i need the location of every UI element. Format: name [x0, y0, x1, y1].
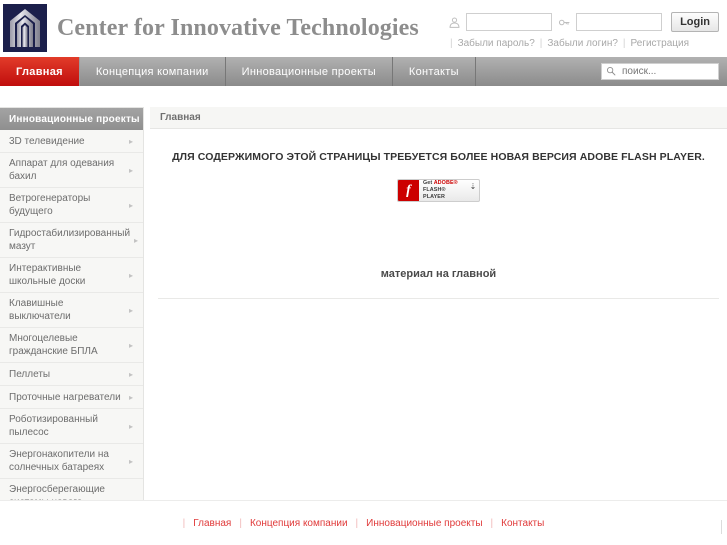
chevron-right-icon: ▸: [128, 369, 133, 379]
sidebar-item-wind-generators[interactable]: Ветрогенераторы будущего ▸: [0, 188, 143, 223]
chevron-right-icon: ▸: [128, 305, 133, 315]
flash-badge-line2: FLASH® PLAYER: [423, 187, 446, 200]
flash-badge-line1: Get ADOBE®: [423, 180, 467, 187]
footer-navigation: | Главная | Концепция компании | Инновац…: [183, 518, 545, 529]
flash-badge-text: Get ADOBE® FLASH® PLAYER: [419, 180, 467, 201]
footer-separator-1: |: [239, 517, 242, 529]
sidebar-item-label: Энергонакопители на солнечных батареях: [9, 449, 109, 473]
sidebar-item-3d-television[interactable]: 3D телевидение ▸: [0, 130, 143, 153]
flash-adobe-label: ADOBE®: [433, 180, 458, 186]
forgot-login-link[interactable]: Забыли логин?: [547, 38, 618, 49]
content-divider: [158, 298, 719, 299]
sidebar-item-solar-storage[interactable]: Энергонакопители на солнечных батареях ▸: [0, 444, 143, 479]
chevron-right-icon: ▸: [128, 270, 133, 280]
nav-item-home[interactable]: Главная: [0, 57, 80, 86]
login-button[interactable]: Login: [671, 12, 719, 32]
flash-get-label: Get: [423, 180, 434, 186]
footer-separator-3: |: [490, 517, 494, 529]
user-icon: [447, 15, 461, 29]
chevron-right-icon: ▸: [128, 165, 133, 175]
chevron-right-icon: ▸: [128, 392, 133, 402]
footer-link-home[interactable]: Главная: [193, 518, 231, 529]
search-icon: [606, 63, 616, 81]
sidebar-item-label: Интерактивные школьные доски: [9, 263, 86, 287]
main-navigation: Главная Концепция компании Инновационные…: [0, 57, 727, 86]
download-arrow-icon: ⇣: [469, 182, 477, 191]
forgot-password-link[interactable]: Забыли пароль?: [458, 38, 535, 49]
sidebar-item-civil-uav[interactable]: Многоцелевые гражданские БПЛА ▸: [0, 328, 143, 363]
login-area: Login | Забыли пароль? | Забыли логин? |…: [419, 10, 719, 49]
footer-link-innovative-projects[interactable]: Инновационные проекты: [366, 518, 482, 529]
search-box[interactable]: [601, 63, 719, 80]
login-row: Login: [419, 10, 719, 34]
sidebar: Инновационные проекты 3D телевидение ▸ А…: [0, 107, 144, 534]
login-link-separator-1: |: [539, 38, 543, 49]
sidebar-item-label: Пеллеты: [9, 368, 51, 380]
sidebar-item-robot-vacuum[interactable]: Роботизированный пылесос ▸: [0, 409, 143, 444]
chevron-right-icon: ▸: [128, 340, 133, 350]
sidebar-item-label: Проточные нагреватели: [9, 391, 121, 403]
password-input[interactable]: [576, 13, 663, 31]
flash-required-notice: ДЛЯ СОДЕРЖИМОГО ЭТОЙ СТРАНИЦЫ ТРЕБУЕТСЯ …: [172, 151, 705, 163]
chevron-right-icon: ▸: [128, 136, 133, 146]
flash-logo-icon: f: [398, 180, 419, 201]
chevron-right-icon: ▸: [128, 421, 133, 431]
site-title: Center for Innovative Technologies: [57, 14, 419, 41]
sidebar-item-key-switches[interactable]: Клавишные выключатели ▸: [0, 293, 143, 328]
sidebar-item-label: Ветрогенераторы будущего: [9, 193, 91, 217]
chevron-right-icon: ▸: [128, 456, 133, 466]
body-area: Инновационные проекты 3D телевидение ▸ А…: [0, 86, 727, 534]
footer-link-company-concept[interactable]: Концепция компании: [250, 518, 348, 529]
login-link-separator-2: |: [622, 38, 626, 49]
logo-block[interactable]: Center for Innovative Technologies: [3, 4, 419, 52]
breadcrumb: Главная: [150, 107, 727, 129]
nav-item-contacts[interactable]: Контакты: [392, 57, 476, 86]
flash-badge-wrap: f Get ADOBE® FLASH® PLAYER ⇣: [150, 163, 727, 202]
sidebar-item-shoe-cover-machine[interactable]: Аппарат для одевания бахил ▸: [0, 153, 143, 188]
get-adobe-flash-player-button[interactable]: f Get ADOBE® FLASH® PLAYER ⇣: [397, 179, 480, 202]
sidebar-item-interactive-boards[interactable]: Интерактивные школьные доски ▸: [0, 258, 143, 293]
nav-item-innovative-projects[interactable]: Инновационные проекты: [225, 57, 393, 86]
sidebar-item-label: Многоцелевые гражданские БПЛА: [9, 333, 98, 357]
key-icon: [557, 15, 571, 29]
sidebar-item-label: Роботизированный пылесос: [9, 414, 98, 438]
search-wrap: [593, 57, 727, 86]
main-content: Главная ДЛЯ СОДЕРЖИМОГО ЭТОЙ СТРАНИЦЫ ТР…: [150, 107, 727, 299]
registration-link[interactable]: Регистрация: [631, 38, 689, 49]
footer-link-contacts[interactable]: Контакты: [501, 518, 544, 529]
footer-separator-2: |: [355, 517, 359, 529]
sidebar-item-hydrostabilized-mazut[interactable]: Гидростабилизированный мазут ▸: [0, 223, 143, 258]
main-material-text: материал на главной: [380, 268, 497, 280]
sidebar-item-label: Клавишные выключатели: [9, 298, 71, 322]
sidebar-item-pellets[interactable]: Пеллеты ▸: [0, 363, 143, 386]
login-link-separator-0: |: [449, 38, 453, 49]
username-input[interactable]: [466, 13, 553, 31]
sidebar-item-label: Гидростабилизированный мазут: [9, 228, 131, 252]
building-arch-logo-icon: [3, 4, 47, 52]
sidebar-list: 3D телевидение ▸ Аппарат для одевания ба…: [0, 130, 143, 533]
nav-item-company-concept[interactable]: Концепция компании: [79, 57, 226, 86]
sidebar-item-label: 3D телевидение: [9, 135, 85, 147]
sidebar-item-flow-heaters[interactable]: Проточные нагреватели ▸: [0, 386, 143, 409]
sidebar-title: Инновационные проекты: [0, 108, 143, 130]
footer-separator-0: |: [182, 517, 186, 529]
scroll-tick: [721, 520, 722, 534]
search-input[interactable]: [620, 65, 714, 78]
site-header: Center for Innovative Technologies Login…: [0, 0, 727, 57]
page-root: Center for Innovative Technologies Login…: [0, 0, 727, 545]
nav-spacer: [475, 57, 593, 86]
chevron-right-icon: ▸: [134, 235, 139, 245]
chevron-right-icon: ▸: [128, 200, 133, 210]
site-footer: | Главная | Концепция компании | Инновац…: [0, 501, 727, 545]
login-links: | Забыли пароль? | Забыли логин? | Регис…: [419, 38, 719, 49]
sidebar-item-label: Аппарат для одевания бахил: [9, 158, 115, 182]
